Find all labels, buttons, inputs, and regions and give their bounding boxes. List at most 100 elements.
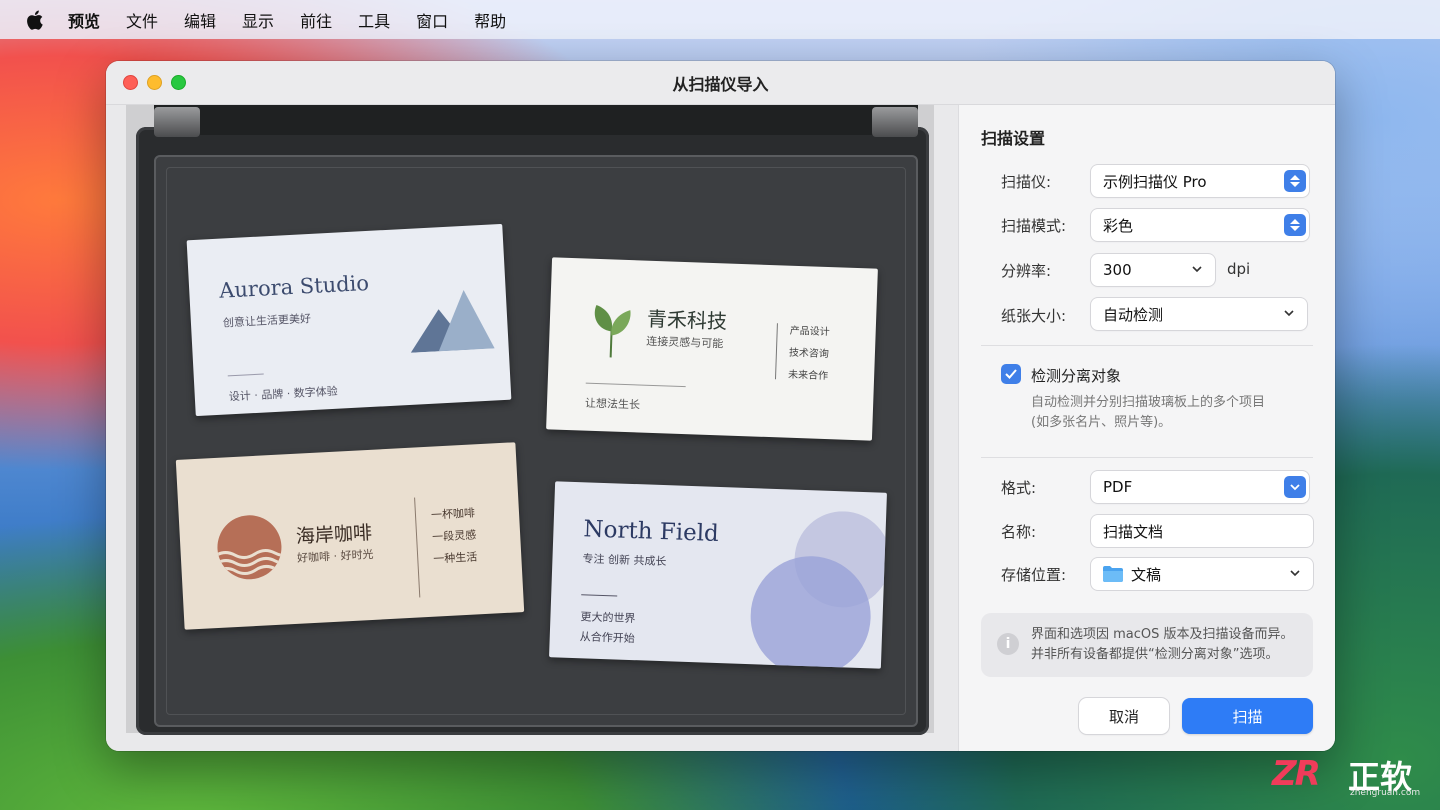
name-label: 名称: <box>1001 523 1037 541</box>
mode-label: 扫描模式: <box>1001 217 1067 235</box>
card-subtitle: 连接灵感与可能 <box>646 334 724 351</box>
chevron-down-icon <box>1290 570 1300 577</box>
card-service: 未来合作 <box>787 369 829 383</box>
card-subtitle: 创意让生活更美好 <box>222 312 312 330</box>
card-title: 海岸咖啡 <box>295 521 373 548</box>
card-title: Aurora Studio <box>218 270 370 303</box>
menu-go[interactable]: 前往 <box>300 8 332 32</box>
format-value: PDF <box>1103 478 1133 496</box>
menu-bar: 预览 文件 编辑 显示 前往 工具 窗口 帮助 <box>0 0 1440 39</box>
paper-size-value: 自动检测 <box>1103 305 1164 324</box>
section-divider <box>981 345 1313 346</box>
menu-app-name[interactable]: 预览 <box>68 8 100 32</box>
circles-graphic-icon <box>750 511 887 669</box>
scanner-label: 扫描仪: <box>1001 173 1052 191</box>
watermark-url: zhengruan.com <box>1350 788 1421 798</box>
resolution-select[interactable]: 300 <box>1091 254 1215 286</box>
card-tagline: 一杯咖啡 <box>430 506 476 522</box>
info-line: 界面和选项因 macOS 版本及扫描设备而异。 <box>1031 627 1294 642</box>
apple-logo-icon[interactable] <box>26 9 46 31</box>
card-subtitle: 专注 创新 共成长 <box>582 552 667 569</box>
scan-preview: Aurora Studio 创意让生活更美好 设计 · 品牌 · 数字体验 青禾… <box>106 105 959 751</box>
section-title: 扫描设置 <box>981 129 1046 148</box>
card-footer: 更大的世界 <box>580 610 636 626</box>
menu-view[interactable]: 显示 <box>242 8 274 32</box>
card-subtitle: 好咖啡 · 好时光 <box>296 547 374 565</box>
scanner-import-window: 从扫描仪导入 Aurora Studio 创意让生活更美好 设计 · 品牌 · … <box>106 61 1335 751</box>
scanner-value: 示例扫描仪 Pro <box>1103 172 1207 191</box>
folder-icon <box>1103 566 1123 582</box>
description-line: (如多张名片、照片等)。 <box>1031 415 1172 430</box>
resolution-unit: dpi <box>1227 260 1251 278</box>
info-icon: i <box>997 633 1019 655</box>
popup-down-icon <box>1284 476 1306 498</box>
card-footer: 从合作开始 <box>579 630 635 646</box>
card-title: North Field <box>583 516 720 547</box>
card-service: 产品设计 <box>789 325 830 339</box>
description-line: 自动检测并分别扫描玻璃板上的多个项目 <box>1031 395 1266 410</box>
checkmark-icon <box>1005 369 1017 379</box>
mountain-logo-icon <box>410 289 495 353</box>
menu-tools[interactable]: 工具 <box>358 8 390 32</box>
mode-select[interactable]: 彩色 <box>1091 209 1309 241</box>
chevron-down-icon <box>1284 310 1294 317</box>
minimize-button[interactable] <box>147 75 162 90</box>
paper-size-select[interactable]: 自动检测 <box>1091 298 1307 330</box>
location-label: 存储位置: <box>1001 566 1067 584</box>
business-card-qinghe[interactable]: 青禾科技 连接灵感与可能 产品设计 技术咨询 未来合作 让想法生长 <box>546 257 878 441</box>
business-card-coffee[interactable]: 海岸咖啡 好咖啡 · 好时光 一杯咖啡 一段灵感 一种生活 <box>175 442 525 630</box>
menu-edit[interactable]: 编辑 <box>184 8 216 32</box>
mode-value: 彩色 <box>1103 216 1134 235</box>
info-text: 界面和选项因 macOS 版本及扫描设备而异。 并非所有设备都提供“检测分离对象… <box>1031 625 1294 665</box>
hinge-right <box>872 107 918 137</box>
cancel-button[interactable]: 取消 <box>1079 698 1169 734</box>
detect-separate-label[interactable]: 检测分离对象 <box>1031 365 1121 386</box>
card-divider <box>581 594 618 597</box>
info-line: 并非所有设备都提供“检测分离对象”选项。 <box>1031 647 1279 662</box>
card-service: 技术咨询 <box>788 347 830 361</box>
window-content: Aurora Studio 创意让生活更美好 设计 · 品牌 · 数字体验 青禾… <box>106 105 1335 751</box>
business-card-aurora[interactable]: Aurora Studio 创意让生活更美好 设计 · 品牌 · 数字体验 <box>186 223 512 417</box>
scan-button[interactable]: 扫描 <box>1182 698 1313 734</box>
title-bar: 从扫描仪导入 <box>106 61 1335 105</box>
format-select[interactable]: PDF <box>1091 471 1309 503</box>
card-footer: 让想法生长 <box>584 396 641 412</box>
hinge-left <box>154 107 200 137</box>
zoom-button[interactable] <box>171 75 186 90</box>
location-value: 文稿 <box>1131 565 1162 584</box>
location-select[interactable]: 文稿 <box>1091 558 1313 590</box>
popup-stepper-icon <box>1284 170 1306 192</box>
popup-stepper-icon <box>1284 214 1306 236</box>
card-divider <box>227 373 264 377</box>
detect-separate-checkbox[interactable] <box>1001 364 1021 384</box>
business-card-northfield[interactable]: North Field 专注 创新 共成长 更大的世界 从合作开始 <box>549 481 887 669</box>
card-footer: 设计 · 品牌 · 数字体验 <box>228 384 339 404</box>
card-divider <box>774 323 778 380</box>
section-divider <box>981 457 1313 458</box>
resolution-value: 300 <box>1103 261 1132 279</box>
scan-settings-panel: 扫描设置 扫描仪: 示例扫描仪 Pro 扫描模式: 彩色 分辨率: 300 dp… <box>959 105 1335 751</box>
scanner-lid <box>154 105 918 137</box>
detect-separate-description: 自动检测并分别扫描玻璃板上的多个项目 (如多张名片、照片等)。 <box>1031 393 1265 433</box>
chevron-down-icon <box>1192 266 1202 273</box>
info-note: i 界面和选项因 macOS 版本及扫描设备而异。 并非所有设备都提供“检测分离… <box>981 613 1313 677</box>
name-value: 扫描文档 <box>1103 522 1164 541</box>
sunset-logo-icon <box>215 515 284 580</box>
close-button[interactable] <box>123 75 138 90</box>
watermark: ZR 正软 zhengruan.com <box>1272 750 1432 800</box>
menu-window[interactable]: 窗口 <box>416 8 448 32</box>
paper-size-label: 纸张大小: <box>1001 307 1067 325</box>
card-underline <box>585 382 686 388</box>
card-tagline: 一段灵感 <box>431 528 477 544</box>
menu-file[interactable]: 文件 <box>126 8 158 32</box>
name-field[interactable]: 扫描文档 <box>1091 515 1313 547</box>
window-title: 从扫描仪导入 <box>672 74 769 94</box>
leaf-logo-icon <box>594 304 631 358</box>
card-title: 青禾科技 <box>646 306 728 334</box>
menu-help[interactable]: 帮助 <box>474 8 506 32</box>
watermark-logo: ZR <box>1272 754 1321 794</box>
card-tagline: 一种生活 <box>432 550 478 566</box>
format-label: 格式: <box>1001 479 1037 497</box>
scanner-select[interactable]: 示例扫描仪 Pro <box>1091 165 1309 197</box>
card-divider <box>414 497 421 598</box>
